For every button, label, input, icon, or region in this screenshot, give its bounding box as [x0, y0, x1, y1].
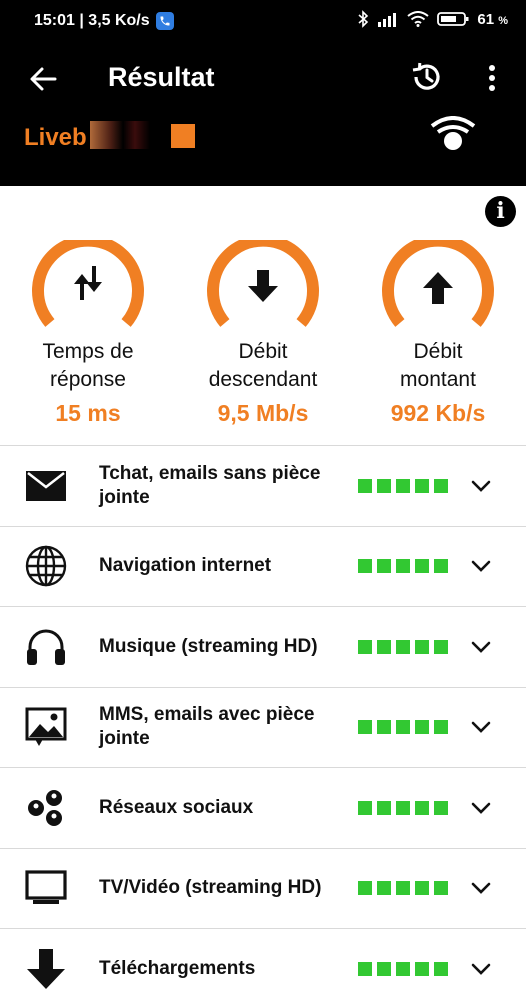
redacted-region — [90, 121, 150, 149]
gauge-value: 9,5 Mb/s — [217, 400, 309, 426]
upload-arrow-icon — [423, 272, 453, 304]
image-icon — [24, 705, 68, 749]
gauge-ring — [32, 240, 144, 327]
rating-bars — [358, 720, 448, 735]
gauge-upload: Débit montant 992 Kb/s — [358, 240, 518, 427]
gauge-value: 992 Kb/s — [390, 400, 486, 426]
rating-bars — [358, 800, 448, 815]
back-arrow-icon[interactable] — [28, 64, 58, 94]
gauge-label: Temps de réponse — [8, 338, 168, 394]
wifi-connection-icon — [430, 116, 476, 150]
brand-square — [171, 124, 195, 148]
chevron-down-icon[interactable] — [470, 555, 492, 577]
gauge-value: 15 ms — [55, 400, 121, 426]
gauge-label-line2: descendant — [208, 368, 318, 391]
rating-bars — [358, 961, 448, 976]
gauge-label-line2: réponse — [50, 368, 126, 391]
battery-icon — [437, 12, 469, 26]
gauge-download: Débit descendant 9,5 Mb/s — [183, 240, 343, 427]
tv-icon — [24, 866, 68, 910]
phone-call-icon — [155, 12, 174, 30]
app-bar: Résultat Liveb — [0, 44, 526, 186]
chevron-down-icon[interactable] — [470, 475, 492, 497]
gauge-label: Débit descendant — [183, 338, 343, 394]
headphones-icon — [24, 625, 68, 669]
gauge-label: Débit montant — [358, 338, 518, 394]
gauge-ring — [382, 240, 494, 327]
download-arrow-icon — [248, 270, 278, 302]
usage-row-tv[interactable]: TV/Vidéo (streaming HD) — [0, 847, 526, 929]
status-time-speed: 15:01 | 3,5 Ko/s — [34, 12, 150, 29]
wifi-status-icon — [407, 11, 429, 27]
network-name: Liveb — [24, 124, 87, 151]
chevron-down-icon[interactable] — [470, 636, 492, 658]
gauge-response-time: Temps de réponse 15 ms — [8, 240, 168, 427]
rating-bars — [358, 559, 448, 574]
gauge-label-line2: montant — [400, 368, 476, 391]
usage-row-browsing[interactable]: Navigation internet — [0, 525, 526, 607]
download-icon — [24, 947, 68, 991]
usage-row-downloads[interactable]: Téléchargements — [0, 928, 526, 999]
usage-label: Musique (streaming HD) — [99, 635, 318, 657]
usage-row-social[interactable]: Réseaux sociaux — [0, 767, 526, 848]
chevron-down-icon[interactable] — [470, 797, 492, 819]
up-down-arrows-icon — [74, 266, 102, 300]
rating-bars — [358, 639, 448, 654]
social-network-icon — [24, 786, 68, 830]
usage-label: MMS, emails avec pièce jointe — [99, 704, 315, 750]
usage-label: Tchat, emails sans pièce jointe — [99, 462, 321, 508]
rating-bars — [358, 478, 448, 493]
usage-label: Navigation internet — [99, 555, 272, 577]
gauge-label-line1: Débit — [413, 340, 463, 363]
more-options-icon[interactable] — [480, 62, 504, 94]
battery-unit: % — [498, 14, 508, 27]
battery-level: 61 — [477, 10, 495, 28]
gauge-ring — [207, 240, 319, 327]
usage-list: Tchat, emails sans pièce jointe Navigati… — [0, 445, 526, 999]
usage-row-chat[interactable]: Tchat, emails sans pièce jointe — [0, 445, 526, 526]
chevron-down-icon[interactable] — [470, 716, 492, 738]
status-left: 15:01 | 3,5 Ko/s — [34, 12, 174, 30]
signal-icon — [378, 13, 397, 27]
rating-bars — [358, 881, 448, 896]
status-right: 61 % — [357, 10, 508, 28]
usage-row-music[interactable]: Musique (streaming HD) — [0, 606, 526, 687]
gauge-label-line1: Débit — [238, 340, 288, 363]
chevron-down-icon[interactable] — [470, 877, 492, 899]
chevron-down-icon[interactable] — [470, 958, 492, 980]
globe-icon — [24, 544, 68, 588]
usage-row-mms[interactable]: MMS, emails avec pièce jointe — [0, 686, 526, 768]
gauge-label-line1: Temps de — [42, 340, 134, 363]
info-button[interactable]: i — [485, 196, 516, 227]
bluetooth-icon — [358, 10, 369, 28]
status-bar: 15:01 | 3,5 Ko/s 61 % — [0, 0, 526, 44]
page-title: Résultat — [108, 62, 215, 92]
envelope-icon — [24, 464, 68, 508]
history-icon[interactable] — [410, 60, 444, 94]
usage-label: Réseaux sociaux — [99, 796, 254, 818]
usage-label: Téléchargements — [99, 957, 256, 979]
usage-label: TV/Vidéo (streaming HD) — [99, 877, 322, 899]
